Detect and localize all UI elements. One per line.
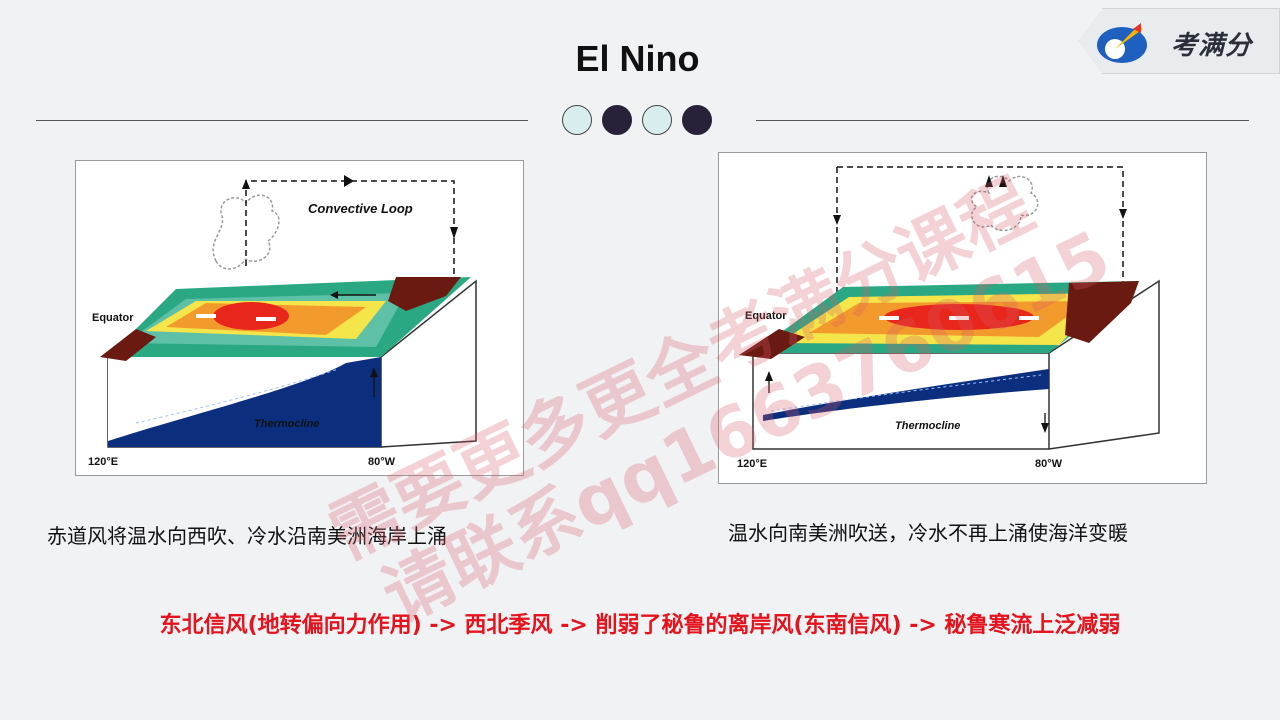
diagram-el-nino-conditions: Thermocline Equator 120°E 80°W [718,152,1207,484]
convective-loop-label: Convective Loop [308,201,413,216]
logo-text: 考满分 [1171,31,1253,61]
arrow-up-icon [985,175,993,187]
dot-light-2 [642,105,672,135]
convection-loop-path-west [836,167,899,294]
equator-label: Equator [745,310,787,322]
summary-text: 东北信风(地转偏向力作用) -> 西北季风 -> 削弱了秘鲁的离岸风(东南信风)… [159,613,1121,638]
arrow-down-icon [1119,209,1127,219]
convection-loop-path [837,166,1124,289]
lon-west-label: 120°E [737,458,767,470]
arrow-down-icon [833,215,841,225]
caption-right: 温水向南美洲吹送，冷水不再上涌使海洋变暖 [728,521,1128,545]
thermocline-label: Thermocline [254,418,319,430]
diagram-normal-conditions: Convective Loop Thermocline Equator 120°… [75,160,524,476]
slide: El Nino 考满分 Convective Loop Thermocline … [0,0,1280,720]
divider-right [756,120,1249,121]
arrow-right-icon [344,175,354,187]
thermocline-label: Thermocline [895,420,960,432]
lon-east-label: 80°W [368,456,396,468]
warm-pool [213,302,289,330]
arrow-up-icon [242,179,250,189]
convective-loop-path [245,180,455,294]
lon-east-label: 80°W [1035,458,1063,470]
dot-dark-2 [682,105,712,135]
brand-logo: 考满分 [1078,8,1280,74]
decorative-dots [562,105,722,139]
ocean-block-diagram-left: Convective Loop Thermocline Equator 120°… [88,175,477,468]
lon-west-label: 120°E [88,456,118,468]
dot-dark-1 [602,105,632,135]
ocean-block-diagram-right: Thermocline Equator 120°E 80°W [737,166,1160,470]
rocket-logo-icon [1097,23,1147,63]
divider-left [36,120,528,121]
arrow-down-icon [450,227,458,239]
equator-label: Equator [92,312,134,324]
dot-light-1 [562,105,592,135]
caption-left: 赤道风将温水向西吹、冷水沿南美洲海岸上涌 [47,524,447,548]
